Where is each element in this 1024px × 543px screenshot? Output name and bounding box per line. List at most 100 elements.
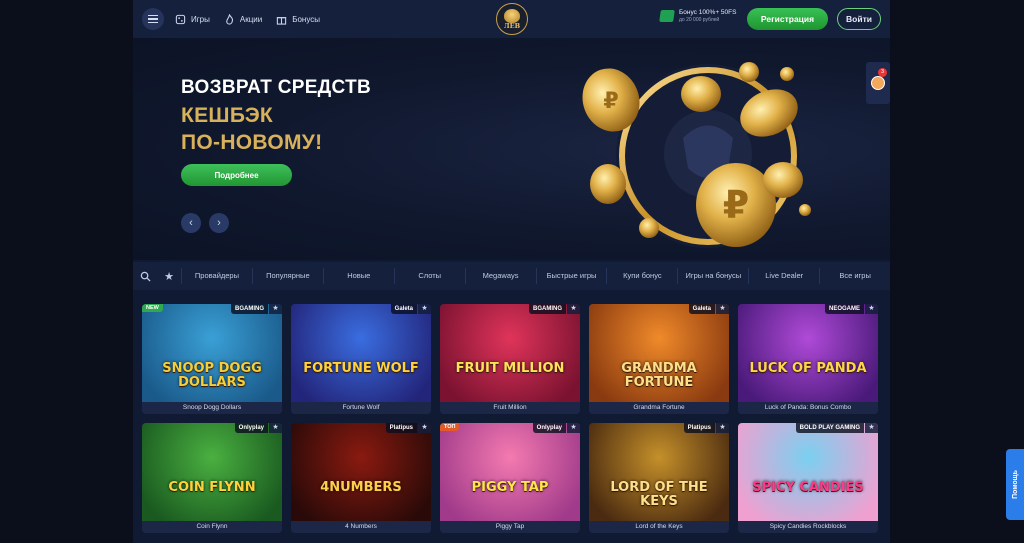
chat-widget[interactable]: 3 (866, 62, 890, 104)
help-button[interactable]: Помощь (1006, 449, 1024, 520)
banner-subtitle-1: КЕШБЭК (181, 104, 274, 127)
logo[interactable]: ЛЕВ (496, 3, 528, 35)
favorite-star-icon[interactable]: ★ (865, 304, 878, 314)
game-art-title: PIGGY TAP (471, 480, 549, 495)
game-name: 4 Numbers (291, 521, 431, 533)
game-card[interactable]: FRUIT MILLION BGAMING ★ Fruit Million (440, 304, 580, 414)
game-card[interactable]: PIGGY TAP ТОП Onlyplay ★ Piggy Tap (440, 423, 580, 533)
tab-fast-games[interactable]: Быстрые игры (535, 268, 607, 284)
game-thumbnail (440, 304, 580, 402)
login-button[interactable]: Войти (837, 8, 881, 30)
nav-promotions[interactable]: Акции (224, 13, 262, 25)
welcome-bonus[interactable]: Бонус 100%+ 50FS до 20 000 рублей (659, 9, 737, 23)
dice-icon (175, 14, 186, 24)
game-thumbnail (738, 423, 878, 521)
game-card[interactable]: COIN FLYNN Onlyplay ★ Coin Flynn (142, 423, 282, 533)
bonus-gift-icon (659, 10, 675, 22)
game-art-title: FORTUNE WOLF (303, 361, 419, 376)
menu-icon[interactable] (142, 8, 164, 30)
game-thumbnail (291, 304, 431, 402)
svg-text:₽: ₽ (723, 183, 749, 227)
game-card[interactable]: FORTUNE WOLF Galeta ★ Fortune Wolf (291, 304, 431, 414)
help-label: Помощь (1011, 470, 1019, 499)
game-art-title: COIN FLYNN (168, 480, 256, 495)
game-name: Fortune Wolf (291, 402, 431, 414)
game-art-title: 4NUMBERS (320, 480, 402, 495)
provider-tag: Platipus (385, 423, 417, 433)
game-name: Fruit Million (440, 402, 580, 414)
more-button[interactable]: Подробнее (181, 164, 292, 186)
favorite-star-icon[interactable]: ★ (418, 304, 431, 314)
game-art-title: GRANDMA FORTUNE (621, 361, 697, 390)
banner-subtitle-2: ПО-НОВОМУ! (181, 131, 323, 154)
chevron-left-icon[interactable]: ‹ (181, 213, 201, 233)
avatar (871, 76, 885, 90)
favorite-star-icon[interactable]: ★ (418, 423, 431, 433)
main-nav: Игры Акции Бонусы (175, 13, 320, 25)
favorite-star-icon[interactable]: ★ (269, 304, 282, 314)
provider-tag: Galeta (688, 304, 715, 314)
game-name: Piggy Tap (440, 521, 580, 533)
favorite-star-icon[interactable]: ★ (716, 423, 729, 433)
favorite-star-icon[interactable]: ★ (567, 304, 580, 314)
fire-icon (226, 13, 233, 25)
game-name: Coin Flynn (142, 521, 282, 533)
notification-count: 3 (878, 68, 887, 77)
game-art-title: FRUIT MILLION (455, 361, 565, 376)
chevron-right-icon[interactable]: › (209, 213, 229, 233)
main-content: Игры Акции Бонусы ЛЕВ Бонус 100%+ 50FS д… (133, 0, 890, 543)
logo-text: ЛЕВ (503, 21, 521, 30)
search-icon[interactable] (133, 271, 157, 282)
bonus-subtitle: до 20 000 рублей (679, 17, 720, 23)
game-thumbnail (738, 304, 878, 402)
game-card[interactable]: 4NUMBERS Platipus ★ 4 Numbers (291, 423, 431, 533)
tab-all-games[interactable]: Все игры (819, 268, 890, 284)
game-name: Snoop Dogg Dollars (142, 402, 282, 414)
game-art-title: SPICY CANDIES (752, 480, 864, 495)
game-card[interactable]: GRANDMA FORTUNE Galeta ★ Grandma Fortune (589, 304, 729, 414)
provider-tag: BOLD PLAY GAMING (795, 423, 864, 433)
tab-bonus-games[interactable]: Игры на бонусы (677, 268, 748, 284)
nav-games[interactable]: Игры (175, 14, 210, 25)
game-name: Grandma Fortune (589, 402, 729, 414)
favorite-star-icon[interactable]: ★ (567, 423, 580, 433)
coin-symbol: ₽ (603, 89, 618, 114)
game-card[interactable]: SNOOP DOGG DOLLARS NEW BGAMING ★ Snoop Dogg … (142, 304, 282, 414)
game-card[interactable]: LORD OF THE KEYS Platipus ★ Lord of the Key… (589, 423, 729, 533)
category-tabs: ★ Провайдеры Популярные Новые Слоты Mega… (133, 262, 890, 290)
tab-popular[interactable]: Популярные (251, 268, 323, 284)
tab-live-dealer[interactable]: Live Dealer (748, 268, 819, 284)
provider-tag: Platipus (683, 423, 715, 433)
game-art-title: SNOOP DOGG DOLLARS (162, 361, 262, 390)
provider-tag: Galeta (390, 304, 417, 314)
game-thumbnail (142, 423, 282, 521)
game-badge: NEW (142, 304, 163, 312)
game-thumbnail (291, 423, 431, 521)
game-name: Lord of the Keys (589, 521, 729, 533)
game-art-title: LORD OF THE KEYS (610, 480, 708, 509)
favorites-star-icon[interactable]: ★ (157, 270, 181, 283)
favorite-star-icon[interactable]: ★ (865, 423, 878, 433)
game-badge: ТОП (440, 423, 460, 431)
game-thumbnail (440, 423, 580, 521)
game-art-title: LUCK OF PANDA (749, 361, 867, 376)
nav-bonuses-label: Бонусы (292, 14, 321, 24)
tab-providers[interactable]: Провайдеры (181, 268, 252, 284)
nav-bonuses[interactable]: Бонусы (276, 14, 320, 25)
favorite-star-icon[interactable]: ★ (269, 423, 282, 433)
register-button[interactable]: Регистрация (747, 8, 828, 30)
lion-icon (504, 8, 520, 23)
game-card[interactable]: LUCK OF PANDA NEOGAME ★ Luck of Panda: Bonu… (738, 304, 878, 414)
header: Игры Акции Бонусы ЛЕВ Бонус 100%+ 50FS д… (133, 0, 890, 38)
game-name: Spicy Candies Rockblocks (738, 521, 878, 533)
bonus-title: Бонус 100%+ 50FS (679, 9, 737, 16)
tab-slots[interactable]: Слоты (393, 268, 465, 284)
tab-new[interactable]: Новые (322, 268, 394, 284)
tab-megaways[interactable]: Megaways (464, 268, 536, 284)
tab-buy-bonus[interactable]: Купи бонус (606, 268, 677, 284)
provider-tag: Onlyplay (234, 423, 268, 433)
game-grid: SNOOP DOGG DOLLARS NEW BGAMING ★ Snoop Dogg … (142, 304, 883, 533)
game-card[interactable]: SPICY CANDIES BOLD PLAY GAMING ★ Spicy Cand… (738, 423, 878, 533)
favorite-star-icon[interactable]: ★ (716, 304, 729, 314)
promo-banner: ВОЗВРАТ СРЕДСТВ КЕШБЭК ПО-НОВОМУ! Подроб… (133, 38, 890, 260)
